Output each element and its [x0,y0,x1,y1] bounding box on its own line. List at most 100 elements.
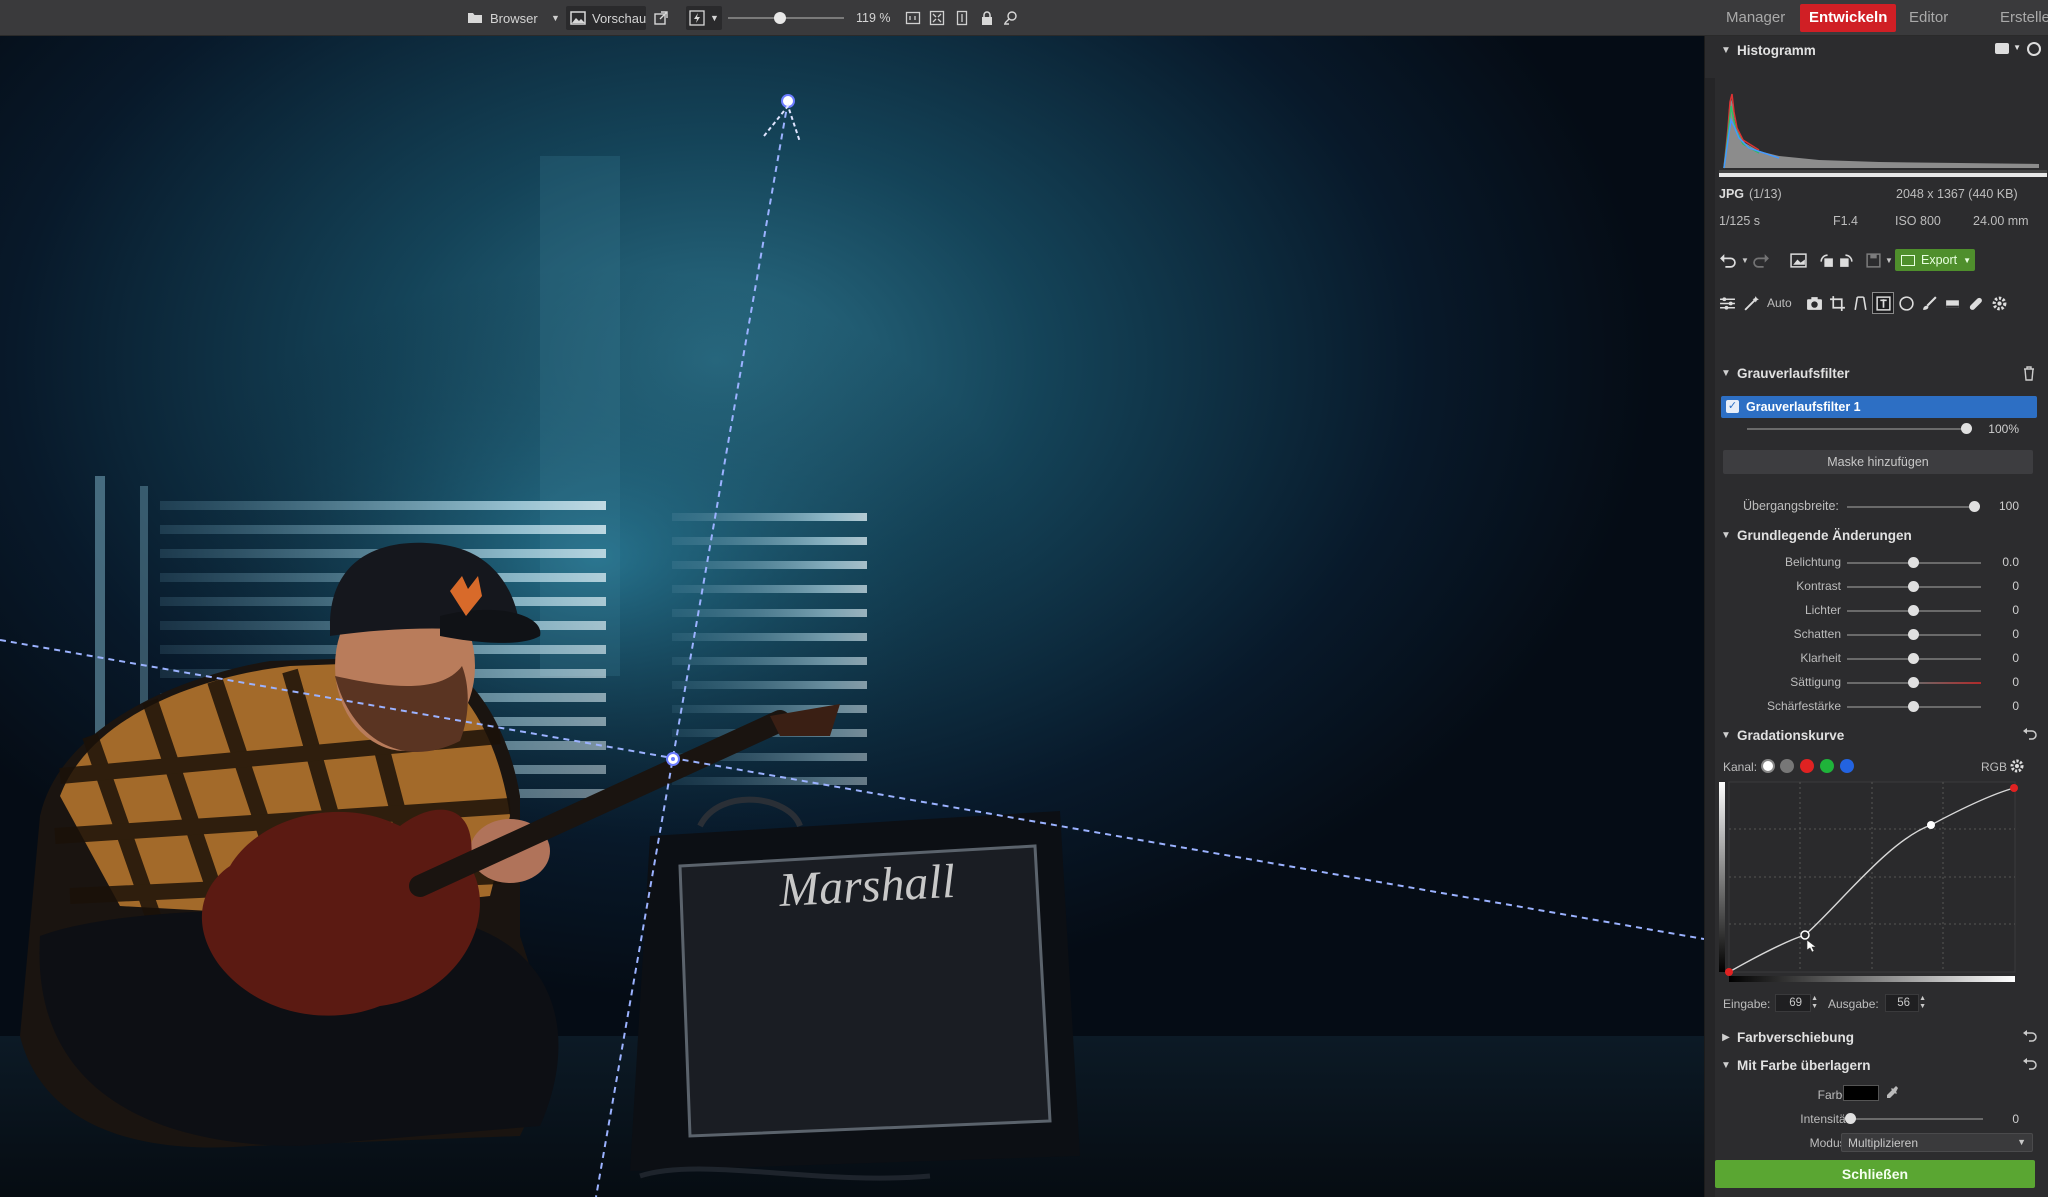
channel-red-button[interactable] [1800,759,1814,773]
mode-develop[interactable]: Entwickeln [1800,4,1897,32]
rotate-left-icon [1819,253,1833,267]
fit-width-button[interactable] [904,6,922,30]
redo-button[interactable] [1751,250,1771,270]
channel-luminance-button[interactable] [1780,759,1794,773]
eyedropper-icon[interactable] [1885,1085,1901,1101]
gear-icon[interactable] [2009,758,2025,774]
gradient-filter-header[interactable]: ▼ Grauverlaufsfilter [1715,359,2048,387]
channel-blue-button[interactable] [1840,759,1854,773]
basic-row-slider-thumb[interactable] [1908,701,1919,712]
fit-height-icon [953,10,971,26]
curve-point-end[interactable] [2010,784,2018,792]
open-external-button[interactable] [652,6,670,30]
healing-tool[interactable] [1965,293,1985,313]
transition-label: Übergangsbreite: [1743,499,1839,513]
zoom-slider-thumb[interactable] [774,12,787,24]
camera-tool[interactable] [1804,293,1824,313]
color-overlay-header[interactable]: ▼ Mit Farbe überlagern [1715,1051,2048,1079]
channel-all-button[interactable] [1761,759,1775,773]
camera-icon[interactable] [1995,43,2009,54]
opacity-slider[interactable] [1747,428,1967,430]
color-swatch[interactable] [1843,1085,1879,1101]
settings-tool[interactable] [1989,293,2009,313]
mode-create[interactable]: Erstellen [1991,4,2048,32]
curve-point-start[interactable] [1725,968,1733,976]
reset-arrow-icon[interactable] [2021,1057,2037,1073]
tone-curve-graph[interactable] [1719,780,2039,996]
output-field[interactable]: 56 ▲ ▼ [1885,994,1926,1012]
rotate-left-button[interactable] [1816,250,1836,270]
radial-filter-tool[interactable] [1896,293,1916,313]
preview-button[interactable]: Vorschau [566,6,646,30]
close-button[interactable]: Schließen [1715,1160,2035,1188]
tone-curve-header[interactable]: ▼ Gradationskurve [1715,721,2048,749]
opacity-slider-thumb[interactable] [1961,423,1972,434]
mode-manager[interactable]: Manager [1717,4,1794,32]
chevron-down-icon[interactable]: ▼ [2013,43,2021,52]
checkbox-checked[interactable]: ✓ [1726,400,1739,413]
brush-tool[interactable] [1919,293,1939,313]
color-shift-header[interactable]: ▶ Farbverschiebung [1715,1023,2048,1051]
navigator-button[interactable] [1002,6,1022,30]
auto-tool[interactable] [1741,293,1761,313]
intensity-slider-thumb[interactable] [1845,1113,1856,1124]
brush-icon [1922,295,1937,310]
transition-slider[interactable] [1847,506,1975,508]
chevron-down-icon[interactable]: ▼ [1741,256,1749,265]
basic-row-value: 0 [2012,579,2019,593]
perspective-tool[interactable] [1850,293,1870,313]
lock-button[interactable] [978,6,996,30]
compare-button[interactable] [1788,250,1808,270]
blend-mode-select[interactable]: Multiplizieren ▼ [1841,1133,2033,1152]
gradient-filter-item[interactable]: ✓ Grauverlaufsfilter 1 [1721,396,2037,418]
browser-label: Browser [490,10,538,26]
transition-value: 100 [1998,499,2019,513]
crop-tool[interactable] [1827,293,1847,313]
rotate-right-button[interactable] [1836,250,1856,270]
auto-label[interactable]: Auto [1767,296,1792,310]
spinner-icon[interactable]: ▲ ▼ [1811,995,1818,1011]
eraser-tool[interactable] [1942,293,1962,313]
basic-row-slider-thumb[interactable] [1908,677,1919,688]
histogram-header[interactable]: ▼ Histogramm ▼ [1715,36,2048,64]
basic-row-value: 0 [2012,651,2019,665]
perspective-icon [1853,295,1867,310]
histogram-graph [1719,93,2047,177]
target-icon[interactable] [2027,42,2041,56]
input-field[interactable]: 69 ▲ ▼ [1775,994,1818,1012]
transition-slider-thumb[interactable] [1969,501,1980,512]
add-mask-button[interactable]: Maske hinzufügen [1723,450,2033,474]
basic-row-slider-thumb[interactable] [1908,653,1919,664]
fit-screen-button[interactable] [928,6,946,30]
curve-point-selected[interactable] [1800,930,1810,940]
flash-mode-button[interactable]: ▼ [686,6,722,30]
basic-row-slider-thumb[interactable] [1908,605,1919,616]
browser-button[interactable]: Browser [466,6,550,30]
reset-arrow-icon[interactable] [2021,1029,2037,1045]
browser-dropdown[interactable]: ▼ [551,6,563,30]
basic-row-slider-thumb[interactable] [1908,581,1919,592]
channel-green-button[interactable] [1820,759,1834,773]
save-button[interactable] [1863,250,1883,270]
curve-point[interactable] [1927,821,1935,829]
top-toolbar: Browser ▼ Vorschau ▼ 119 % Manager Entwi… [0,0,2048,36]
mode-editor[interactable]: Editor [1900,4,1957,32]
spinner-icon[interactable]: ▲ ▼ [1919,995,1926,1011]
adjustments-tool[interactable] [1717,293,1737,313]
reset-arrow-icon[interactable] [2021,727,2037,743]
basic-adjustments-header[interactable]: ▼ Grundlegende Änderungen [1715,521,2048,549]
image-canvas[interactable]: Marshall [0,36,1704,1197]
external-link-icon [652,10,670,26]
zoom-slider[interactable] [728,12,844,24]
image-compare-icon [1789,252,1807,268]
undo-button[interactable] [1717,250,1737,270]
basic-row-slider-thumb[interactable] [1908,557,1919,568]
export-button[interactable]: Export ▼ [1895,249,1975,271]
gradient-filter-tool[interactable] [1872,292,1894,314]
trash-icon[interactable] [2021,365,2037,381]
fit-height-button[interactable] [953,6,971,30]
panel-scrollbar[interactable] [1705,78,1715,1197]
intensity-slider[interactable] [1851,1118,1983,1120]
chevron-down-icon[interactable]: ▼ [1885,256,1893,265]
basic-row-slider-thumb[interactable] [1908,629,1919,640]
